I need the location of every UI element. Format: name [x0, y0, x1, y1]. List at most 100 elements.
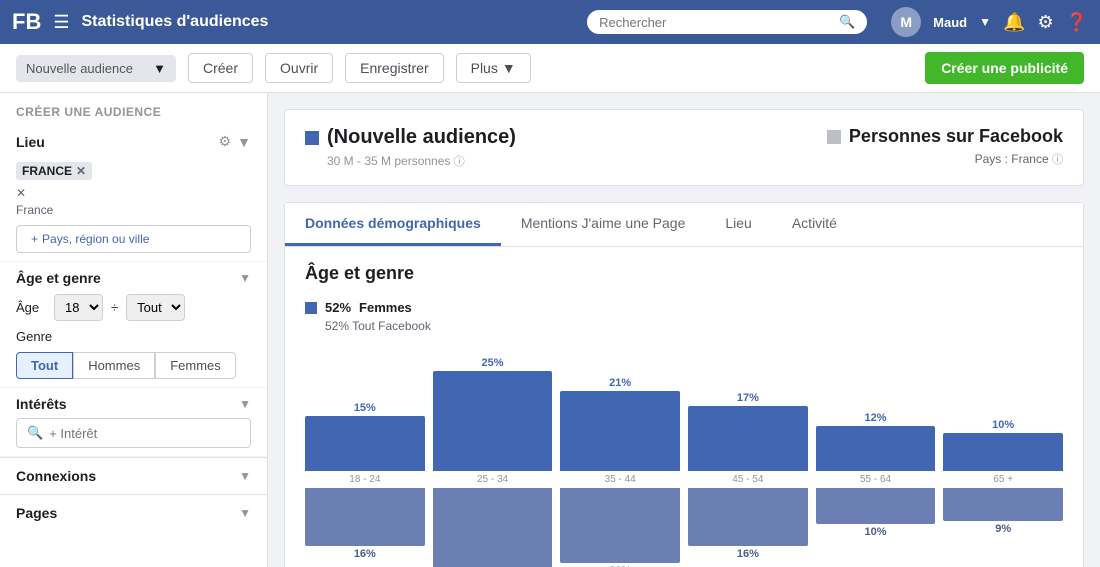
- age-label: 55 - 64: [816, 471, 936, 488]
- main-layout: CRÉER UNE AUDIENCE Lieu ⚙ ▼ FRANCE ✕ ✕ F…: [0, 93, 1100, 567]
- age-label: 25 - 34: [433, 471, 553, 488]
- female-bar: [688, 406, 808, 471]
- help-icon[interactable]: ❓: [1066, 12, 1088, 33]
- bar-pct-female: 25%: [481, 357, 503, 369]
- tabs-bar: Données démographiques Mentions J'aime u…: [285, 203, 1083, 247]
- location-tag-remove[interactable]: ✕: [76, 164, 86, 178]
- female-bar-group: 25%: [433, 341, 553, 471]
- avatar[interactable]: M: [891, 7, 921, 37]
- male-bars-row: 16%28%21%16%10%9%: [305, 488, 1063, 567]
- sidebar-section-header: CRÉER UNE AUDIENCE: [0, 93, 267, 125]
- add-location-text: Pays, région ou ville: [42, 232, 149, 246]
- interest-search: 🔍: [16, 418, 251, 448]
- enregistrer-button[interactable]: Enregistrer: [345, 53, 443, 83]
- male-bar: [560, 488, 680, 563]
- lieu-label: Lieu: [16, 134, 45, 150]
- connexions-label: Connexions: [16, 468, 96, 484]
- male-bar: [688, 488, 808, 546]
- creer-publicite-button[interactable]: Créer une publicité: [925, 52, 1084, 84]
- genre-hommes-button[interactable]: Hommes: [73, 352, 155, 379]
- notifications-icon[interactable]: 🔔: [1003, 12, 1025, 33]
- age-from-select[interactable]: 18: [54, 294, 103, 321]
- age-row: Âge 18 ÷ Tout: [16, 294, 251, 321]
- tab-mentions[interactable]: Mentions J'aime une Page: [501, 203, 706, 246]
- female-bar-group: 15%: [305, 341, 425, 471]
- personnes-sub: Pays : France ⓘ: [827, 151, 1063, 167]
- bar-pct-male: 10%: [865, 526, 887, 538]
- female-bar: [816, 426, 936, 471]
- page-title: Statistiques d'audiences: [81, 13, 575, 31]
- interets-header[interactable]: Intérêts ▼: [16, 396, 251, 412]
- pages-chevron-icon[interactable]: ▼: [239, 506, 251, 520]
- lieu-chevron-icon[interactable]: ▼: [237, 134, 251, 150]
- search-input[interactable]: [599, 15, 835, 30]
- audience-title-text: (Nouvelle audience): [327, 126, 516, 149]
- location-tag: FRANCE ✕: [16, 162, 92, 180]
- age-genre-chevron-icon[interactable]: ▼: [239, 271, 251, 285]
- audience-selector-chevron: ▼: [153, 61, 166, 76]
- pays-info-icon[interactable]: ⓘ: [1052, 154, 1063, 166]
- lieu-field-header[interactable]: Lieu ⚙ ▼: [16, 133, 251, 150]
- personnes-title-text: Personnes sur Facebook: [849, 126, 1063, 147]
- female-bar: [305, 416, 425, 471]
- male-bar-group: 16%: [305, 488, 425, 560]
- age-genre-field: Âge et genre ▼ Âge 18 ÷ Tout Genre Tout …: [0, 262, 267, 388]
- settings-icon[interactable]: ⚙: [1037, 12, 1053, 33]
- plus-button[interactable]: Plus ▼: [456, 53, 531, 83]
- age-label: Âge: [16, 300, 46, 315]
- genre-tout-button[interactable]: Tout: [16, 352, 73, 379]
- pages-field[interactable]: Pages ▼: [0, 494, 267, 531]
- bar-pct-female: 10%: [992, 419, 1014, 431]
- connexions-chevron-icon[interactable]: ▼: [239, 469, 251, 483]
- tab-activite[interactable]: Activité: [772, 203, 857, 246]
- connexions-field[interactable]: Connexions ▼: [0, 457, 267, 494]
- tab-demo[interactable]: Données démographiques: [285, 203, 501, 246]
- female-bar: [433, 371, 553, 471]
- user-dropdown-icon[interactable]: ▼: [979, 15, 991, 29]
- bar-pct-male: 16%: [737, 548, 759, 560]
- tab-lieu[interactable]: Lieu: [705, 203, 771, 246]
- bar-pct-female: 17%: [737, 392, 759, 404]
- location-remove-icon[interactable]: ✕: [16, 186, 251, 200]
- sidebar: CRÉER UNE AUDIENCE Lieu ⚙ ▼ FRANCE ✕ ✕ F…: [0, 93, 268, 567]
- search-icon: 🔍: [839, 14, 855, 30]
- femmes-pct: 52%: [325, 300, 351, 315]
- personnes-info: Personnes sur Facebook Pays : France ⓘ: [827, 126, 1063, 167]
- content-area: (Nouvelle audience) 30 M - 35 M personne…: [268, 93, 1100, 567]
- bar-pct-male: 9%: [995, 523, 1011, 535]
- genre-femmes-button[interactable]: Femmes: [155, 352, 236, 379]
- bar-pct-male: 16%: [354, 548, 376, 560]
- lieu-field: Lieu ⚙ ▼ FRANCE ✕ ✕ France + Pays, régio…: [0, 125, 267, 262]
- info-icon[interactable]: ⓘ: [454, 156, 465, 168]
- interest-input[interactable]: [49, 426, 240, 441]
- lieu-icons: ⚙ ▼: [219, 133, 251, 150]
- audience-selector-text: Nouvelle audience: [26, 61, 133, 76]
- bar-pct-female: 21%: [609, 377, 631, 389]
- age-genre-header[interactable]: Âge et genre ▼: [16, 270, 251, 286]
- female-bar: [943, 433, 1063, 471]
- genre-row-container: Genre Tout Hommes Femmes: [16, 329, 251, 379]
- femmes-legend: 52% Femmes: [305, 300, 1063, 315]
- femmes-label: Femmes: [359, 300, 412, 315]
- ouvrir-button[interactable]: Ouvrir: [265, 53, 333, 83]
- male-bar-group: 10%: [816, 488, 936, 538]
- age-to-select[interactable]: Tout: [126, 294, 185, 321]
- interets-field: Intérêts ▼ 🔍: [0, 388, 267, 457]
- audience-title: (Nouvelle audience): [305, 126, 516, 149]
- lieu-settings-icon[interactable]: ⚙: [219, 133, 232, 150]
- audience-selector[interactable]: Nouvelle audience ▼: [16, 55, 176, 82]
- age-label: 18 - 24: [305, 471, 425, 488]
- hamburger-icon[interactable]: ☰: [53, 12, 69, 33]
- female-bars-row: 15%25%21%17%12%10%: [305, 341, 1063, 471]
- plus-chevron-icon: ▼: [502, 60, 516, 76]
- genre-label: Genre: [16, 329, 251, 344]
- interets-chevron-icon[interactable]: ▼: [239, 397, 251, 411]
- chart-title: Âge et genre: [305, 263, 1063, 284]
- add-location-button[interactable]: + Pays, région ou ville: [16, 225, 251, 253]
- age-label: 65 +: [943, 471, 1063, 488]
- creer-button[interactable]: Créer: [188, 53, 253, 83]
- audience-header-card: (Nouvelle audience) 30 M - 35 M personne…: [284, 109, 1084, 186]
- location-name: France: [16, 203, 53, 217]
- personnes-title: Personnes sur Facebook: [827, 126, 1063, 147]
- male-bar: [943, 488, 1063, 521]
